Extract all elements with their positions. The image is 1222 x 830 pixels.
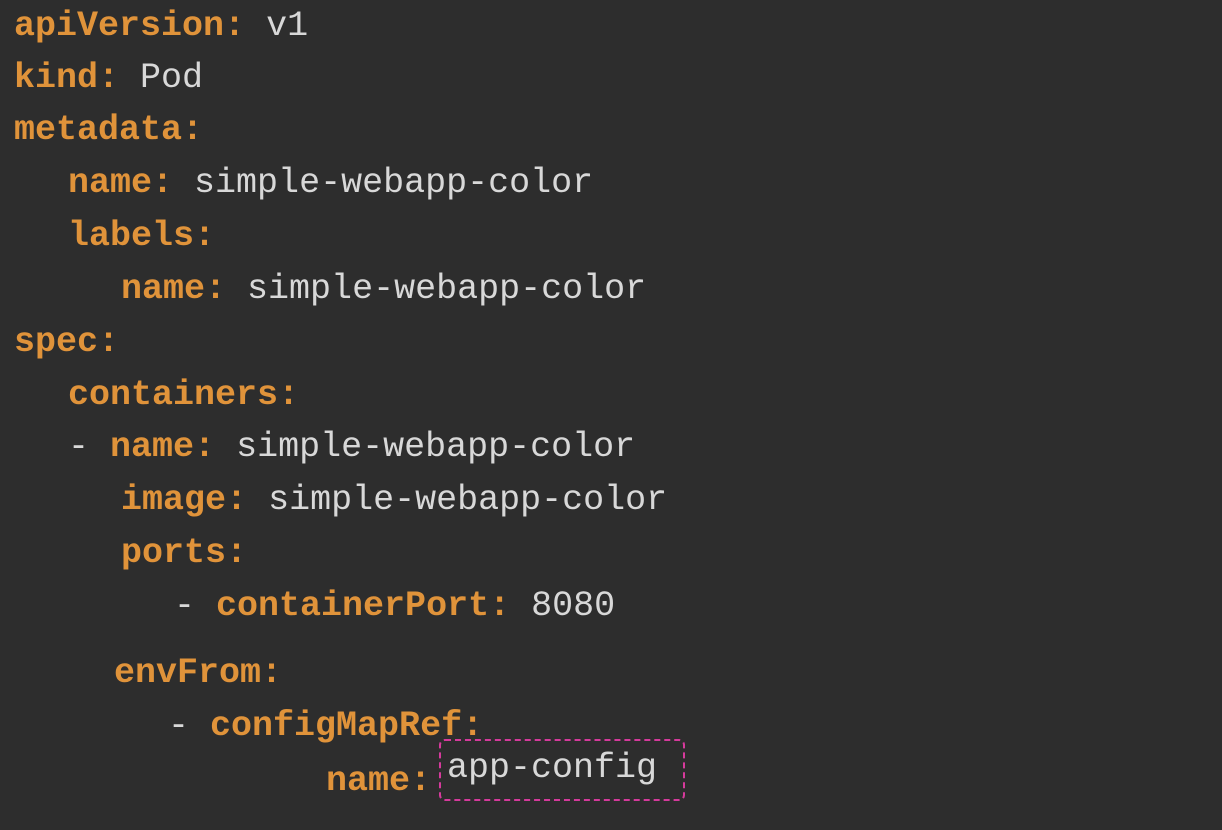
yaml-key: spec	[14, 322, 99, 362]
yaml-key: apiVersion	[14, 6, 225, 46]
yaml-key: name	[110, 427, 195, 467]
yaml-key: envFrom	[114, 653, 262, 693]
yaml-key: ports	[121, 533, 227, 573]
yaml-colon: :	[182, 110, 204, 150]
line-labels-name: name: simple-webapp-color	[121, 263, 646, 315]
line-container-port: - containerPort: 8080	[174, 580, 615, 632]
line-ports: ports:	[121, 527, 247, 579]
yaml-key: metadata	[14, 110, 183, 150]
yaml-colon: :	[98, 58, 120, 98]
line-apiversion: apiVersion: v1	[14, 0, 308, 52]
yaml-value: v1	[266, 6, 309, 46]
yaml-code-block: apiVersion: v1 kind: Pod metadata: name:…	[14, 0, 1214, 830]
yaml-key: image	[121, 480, 227, 520]
yaml-key: name	[121, 269, 206, 309]
line-configmapref: - configMapRef:	[168, 700, 483, 752]
yaml-colon: :	[98, 322, 120, 362]
yaml-list-dash: -	[68, 427, 90, 467]
line-metadata-name: name: simple-webapp-color	[68, 157, 593, 209]
line-configmap-name: name: app-config	[326, 739, 686, 807]
yaml-value: simple-webapp-color	[268, 480, 668, 520]
line-envfrom: envFrom:	[114, 647, 282, 699]
line-kind: kind: Pod	[14, 52, 203, 104]
yaml-colon: :	[226, 480, 248, 520]
line-labels: labels:	[68, 210, 215, 262]
yaml-colon: :	[410, 761, 432, 801]
yaml-colon: :	[226, 533, 248, 573]
yaml-value: simple-webapp-color	[247, 269, 647, 309]
yaml-list-dash: -	[174, 586, 196, 626]
line-spec: spec:	[14, 316, 119, 368]
yaml-colon: :	[224, 6, 246, 46]
yaml-value: Pod	[140, 58, 204, 98]
yaml-colon: :	[194, 427, 216, 467]
yaml-list-dash: -	[168, 706, 190, 746]
yaml-value: app-config	[447, 748, 658, 788]
yaml-colon: :	[278, 375, 300, 415]
yaml-value: simple-webapp-color	[194, 163, 594, 203]
yaml-value: 8080	[531, 586, 616, 626]
yaml-colon: :	[489, 586, 511, 626]
yaml-key: containers	[68, 375, 279, 415]
yaml-key: kind	[14, 58, 99, 98]
yaml-key: name	[326, 761, 411, 801]
yaml-key: configMapRef	[210, 706, 463, 746]
yaml-colon: :	[205, 269, 227, 309]
yaml-colon: :	[261, 653, 283, 693]
yaml-key: labels	[68, 216, 195, 256]
line-image: image: simple-webapp-color	[121, 474, 667, 526]
yaml-key: name	[68, 163, 153, 203]
line-container-name: - name: simple-webapp-color	[68, 421, 635, 473]
yaml-value: simple-webapp-color	[236, 427, 636, 467]
yaml-key: containerPort	[216, 586, 490, 626]
highlighted-configmap-name: app-config	[439, 739, 686, 801]
yaml-colon: :	[152, 163, 174, 203]
line-containers: containers:	[68, 369, 299, 421]
yaml-colon: :	[194, 216, 216, 256]
line-metadata: metadata:	[14, 104, 203, 156]
